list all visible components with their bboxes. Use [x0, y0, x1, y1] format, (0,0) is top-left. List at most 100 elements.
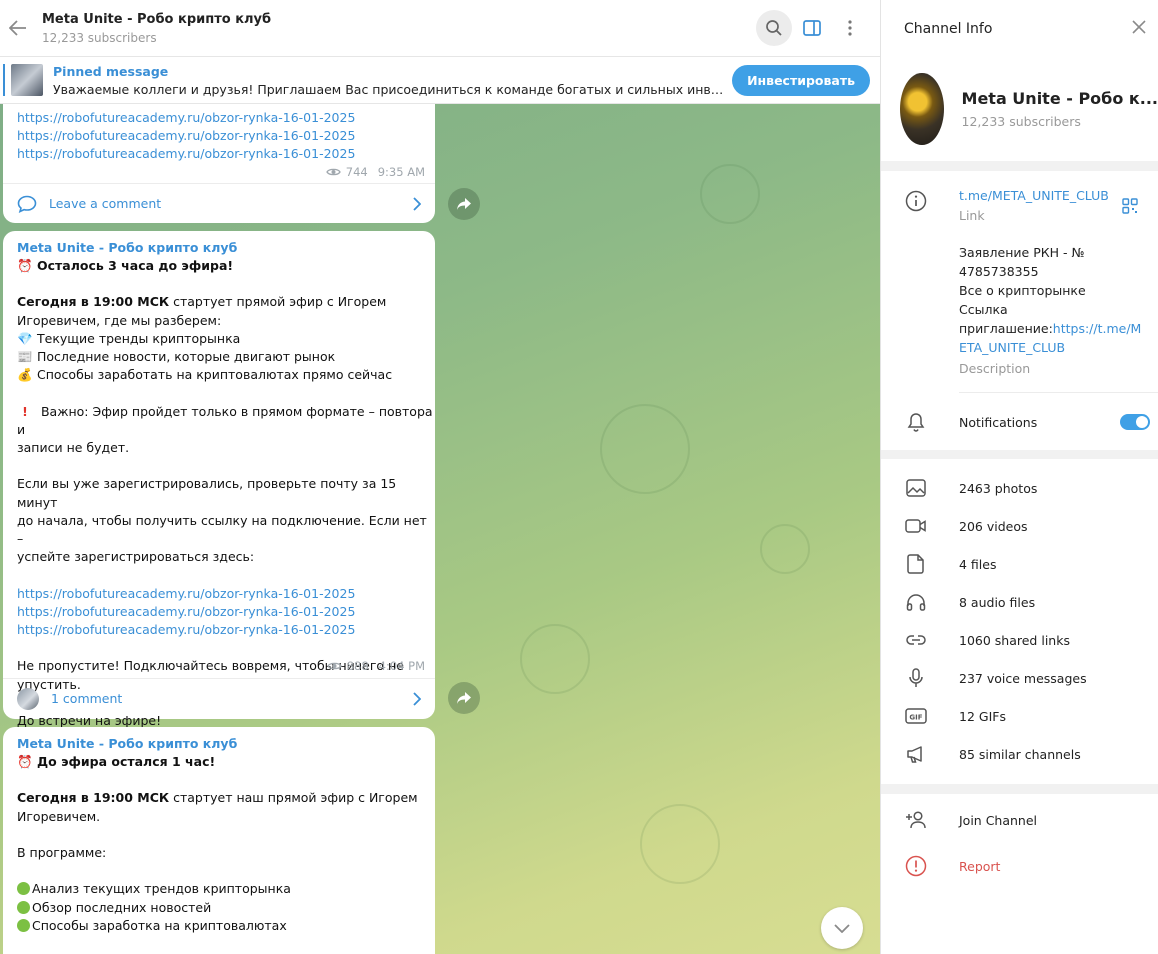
message-link[interactable]: https://robofutureacademy.ru/obzor-rynka…	[17, 145, 435, 163]
photo-icon	[904, 476, 928, 500]
back-arrow-icon[interactable]	[1, 0, 35, 57]
pinned-text: Уважаемые коллеги и друзья! Приглашаем В…	[53, 81, 725, 97]
svg-text:GIF: GIF	[909, 714, 922, 722]
bell-icon	[904, 410, 928, 434]
description-line: Все о крипторынке	[959, 283, 1086, 298]
scroll-down-button[interactable]	[821, 907, 863, 949]
media-row[interactable]: 1060 shared links	[881, 621, 1158, 659]
megaphone-icon	[904, 742, 928, 766]
media-label: 2463 photos	[959, 480, 1038, 496]
message-time: 4:04 PM	[378, 659, 425, 673]
channel-info-panel: Channel Info Meta Unite - Робо к... 12,2…	[880, 0, 1158, 954]
registration-text: Если вы уже зарегистрировались, проверьт…	[17, 476, 401, 510]
description-line: 4785738355	[959, 264, 1039, 279]
comment-row[interactable]: 1 comment	[3, 678, 435, 718]
green-apple-icon	[17, 918, 30, 932]
report-label: Report	[959, 858, 1001, 874]
media-label: 237 voice messages	[959, 670, 1087, 686]
notifications-label: Notifications	[959, 414, 1038, 430]
bullet-item: Способы заработка на криптовалютах	[32, 917, 287, 933]
message-link[interactable]: https://robofutureacademy.ru/obzor-rynka…	[17, 585, 435, 603]
media-label: 12 GIFs	[959, 708, 1006, 724]
description-line: Заявление РКН - №	[959, 245, 1085, 260]
channel-link[interactable]: t.me/META_UNITE_CLUB	[959, 188, 1109, 203]
media-row[interactable]: 206 videos	[881, 507, 1158, 545]
message-link[interactable]: https://robofutureacademy.ru/obzor-rynka…	[17, 127, 435, 145]
channel-avatar[interactable]	[900, 73, 944, 145]
share-icon[interactable]	[448, 188, 480, 220]
alarm-clock-icon: ⏰	[17, 754, 33, 769]
media-row[interactable]: 237 voice messages	[881, 659, 1158, 697]
headphones-icon	[904, 590, 928, 614]
media-label: 1060 shared links	[959, 632, 1070, 648]
registration-text: успейте зарегистрироваться здесь:	[17, 549, 255, 565]
alarm-clock-icon: ⏰	[17, 258, 33, 273]
join-channel-label: Join Channel	[959, 812, 1038, 828]
important-text: Важно: Эфир пройдет только в прямом форм…	[17, 403, 437, 437]
search-icon[interactable]	[756, 10, 792, 46]
join-channel-row[interactable]: Join Channel	[881, 801, 1158, 839]
message-link[interactable]: https://robofutureacademy.ru/obzor-rynka…	[17, 603, 435, 621]
microphone-icon	[904, 666, 928, 690]
message-author[interactable]: Meta Unite - Робо крипто клуб	[17, 736, 435, 751]
message-meta: 744 9:35 AM	[326, 165, 425, 179]
link-icon	[904, 628, 928, 652]
notifications-row[interactable]: Notifications	[881, 403, 1158, 441]
report-icon	[904, 854, 928, 878]
message-heading: До эфира остался 1 час!	[37, 754, 216, 769]
message-link[interactable]: https://robofutureacademy.ru/obzor-rynka…	[17, 621, 435, 639]
commenter-avatar	[17, 687, 39, 710]
description-line: приглашение:	[959, 321, 1053, 336]
media-row[interactable]: 8 audio files	[881, 583, 1158, 621]
chat-title-block[interactable]: Meta Unite - Робо крипто клуб 12,233 sub…	[42, 12, 754, 45]
media-section: 2463 photos 206 videos 4 files 8 audio f…	[881, 459, 1158, 784]
chevron-right-icon	[413, 196, 421, 211]
bullet-item: Последние новости, которые двигают рынок	[37, 349, 336, 365]
views-icon	[326, 168, 341, 176]
message-intro-line: Игоревичем, где мы разберем:	[17, 312, 222, 328]
comment-row[interactable]: Leave a comment	[3, 183, 435, 223]
qr-code-icon[interactable]	[1122, 198, 1138, 218]
media-label: 85 similar channels	[959, 746, 1081, 762]
channel-name: Meta Unite - Робо к...	[961, 89, 1158, 108]
message-link[interactable]: https://robofutureacademy.ru/obzor-rynka…	[17, 109, 435, 127]
description-row: Заявление РКН - № 4785738355 Все о крипт…	[881, 231, 1158, 378]
link-caption: Link	[959, 208, 985, 223]
report-row[interactable]: Report	[881, 839, 1158, 893]
chevron-down-icon	[834, 923, 850, 933]
message-bubble[interactable]: Meta Unite - Робо крипто клуб ⏰ До эфира …	[3, 727, 435, 954]
message-meta: 888 4:04 PM	[326, 659, 425, 673]
program-label: В программе:	[17, 845, 107, 861]
more-options-icon[interactable]	[832, 10, 868, 46]
bullet-item: Анализ текущих трендов крипторынка	[32, 881, 291, 897]
pinned-thumbnail	[11, 64, 43, 96]
invite-link[interactable]: https://t.me/M	[1053, 321, 1142, 336]
file-icon	[904, 552, 928, 576]
description-caption: Description	[959, 361, 1031, 376]
notifications-toggle[interactable]	[1120, 414, 1150, 430]
chat-area[interactable]: https://robofutureacademy.ru/obzor-rynka…	[0, 104, 880, 954]
green-apple-icon	[17, 882, 30, 896]
message-bubble[interactable]: https://robofutureacademy.ru/obzor-rynka…	[3, 104, 435, 223]
bullet-item: Способы заработать на криптовалютах прям…	[37, 367, 393, 383]
views-count: 888	[346, 659, 369, 673]
close-icon[interactable]	[1132, 19, 1146, 38]
important-text-cont: записи не будет.	[17, 440, 130, 456]
message-time: 9:35 AM	[377, 165, 425, 179]
media-row[interactable]: 4 files	[881, 545, 1158, 583]
sidebar-toggle-icon[interactable]	[794, 10, 830, 46]
invite-link-cont[interactable]: ETA_UNITE_CLUB	[959, 338, 1158, 357]
message-intro-bold: Сегодня в 19:00 МСК	[17, 790, 170, 806]
media-row[interactable]: GIF 12 GIFs	[881, 697, 1158, 735]
link-row[interactable]: t.me/META_UNITE_CLUB Link	[881, 171, 1158, 231]
message-author[interactable]: Meta Unite - Робо крипто клуб	[17, 240, 435, 255]
bullet-item: Текущие тренды крипторынка	[37, 330, 241, 346]
media-label: 4 files	[959, 556, 997, 572]
media-row[interactable]: 85 similar channels	[881, 735, 1158, 773]
invest-button[interactable]: Инвестировать	[732, 64, 870, 96]
chat-subscribers: 12,233 subscribers	[42, 30, 157, 45]
share-icon[interactable]	[448, 682, 480, 714]
media-row[interactable]: 2463 photos	[881, 469, 1158, 507]
message-bubble[interactable]: Meta Unite - Робо крипто клуб ⏰ Осталось …	[3, 231, 437, 728]
pinned-message[interactable]: Pinned message Уважаемые коллеги и друзь…	[0, 57, 880, 104]
